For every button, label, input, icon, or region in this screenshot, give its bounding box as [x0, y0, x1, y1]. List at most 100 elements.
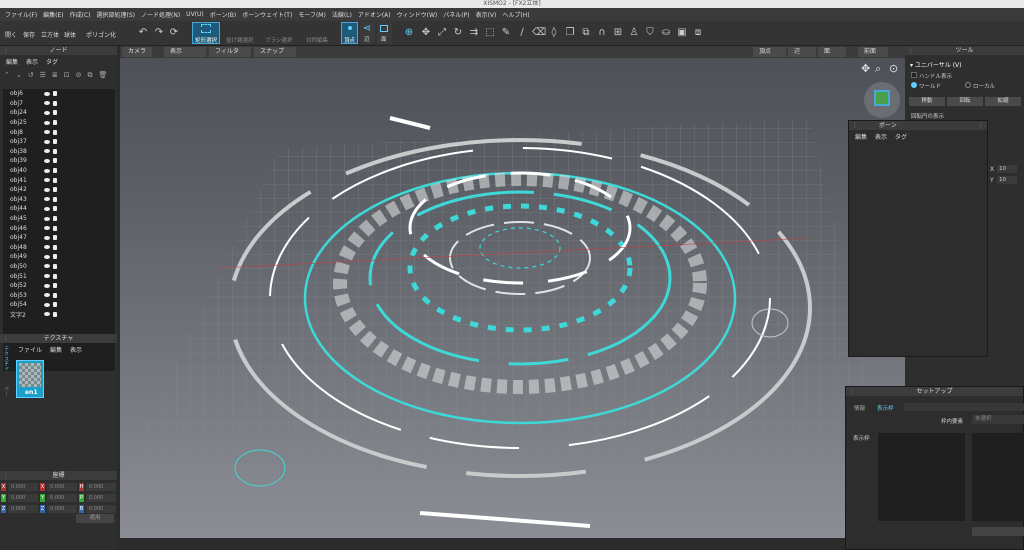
menu-addon[interactable]: アドオン(A): [358, 10, 391, 19]
list-item[interactable]: obj50: [3, 262, 115, 272]
brush-select-button[interactable]: ブラシ選択: [265, 36, 292, 44]
texture-side-tab-2[interactable]: ペー: [2, 386, 10, 406]
trash-icon[interactable]: 🗑: [99, 71, 108, 83]
stack-icon[interactable]: ☰: [40, 71, 46, 83]
world-radio[interactable]: [911, 82, 917, 88]
coord-field[interactable]: 0.000: [47, 483, 77, 491]
lock-icon[interactable]: [53, 196, 57, 202]
lock-icon[interactable]: [53, 311, 57, 317]
lock-icon[interactable]: [53, 158, 57, 164]
refresh-icon[interactable]: ⟳: [168, 27, 180, 39]
lock-icon[interactable]: [53, 216, 57, 222]
x-size-field[interactable]: 10: [997, 165, 1017, 173]
eye-icon[interactable]: [44, 245, 50, 250]
coord-field[interactable]: 0.000: [86, 505, 116, 513]
node-new-icon[interactable]: ⊡: [64, 71, 70, 83]
list-item[interactable]: obj52: [3, 281, 115, 291]
coord-field[interactable]: 0.000: [86, 494, 116, 502]
camera-menu[interactable]: カメラ: [122, 47, 153, 57]
lock-icon[interactable]: [53, 129, 57, 135]
list-item[interactable]: obj8: [3, 127, 115, 137]
eye-icon[interactable]: [44, 130, 50, 135]
menu-window[interactable]: ウィンドウ(W): [397, 10, 438, 19]
list-item[interactable]: obj38: [3, 147, 115, 157]
rotate-view-icon[interactable]: ⊙: [889, 62, 898, 75]
list-item[interactable]: obj39: [3, 156, 115, 166]
menu-selection[interactable]: 選択部処理(S): [97, 10, 136, 19]
weld-icon[interactable]: ⊞: [612, 27, 624, 39]
node-link-icon[interactable]: ⊘: [76, 71, 82, 83]
node-menu-tag[interactable]: タグ: [46, 57, 58, 66]
coord-field[interactable]: 0.000: [8, 494, 38, 502]
collapse-icon[interactable]: ⌃: [4, 71, 10, 83]
undo-icon[interactable]: ↶: [137, 27, 149, 39]
list-item[interactable]: obj49: [3, 252, 115, 262]
lock-icon[interactable]: [53, 120, 57, 126]
menu-boneweight[interactable]: ボーンウェイト(T): [242, 10, 292, 19]
edge-mode-button[interactable]: ⋖ 辺: [360, 22, 375, 44]
lock-icon[interactable]: [53, 177, 57, 183]
move-icon[interactable]: ✥: [420, 27, 432, 39]
rect-select-button[interactable]: 矩形選択: [192, 22, 220, 44]
menu-help[interactable]: ヘルプ(H): [502, 10, 529, 19]
lock-icon[interactable]: [53, 206, 57, 212]
view-edge-button[interactable]: 辺: [788, 47, 816, 57]
polygonize-button[interactable]: ポリゴン化: [86, 30, 116, 39]
knife-icon[interactable]: ∕: [516, 27, 528, 39]
view-cube[interactable]: [864, 82, 900, 118]
globe-icon[interactable]: ⊕: [403, 27, 415, 39]
eye-icon[interactable]: [44, 120, 50, 125]
eye-icon[interactable]: [44, 158, 50, 163]
lock-icon[interactable]: [53, 263, 57, 269]
eye-icon[interactable]: [44, 91, 50, 96]
list-item[interactable]: obj6: [3, 89, 115, 99]
lock-icon[interactable]: [53, 225, 57, 231]
filter-menu[interactable]: フィルタ: [209, 47, 251, 57]
frame-elem-field[interactable]: 未選択: [972, 415, 1024, 424]
tex-menu-view[interactable]: 表示: [70, 345, 82, 354]
eye-icon[interactable]: [44, 254, 50, 259]
copy-icon[interactable]: ❐: [564, 27, 576, 39]
move-button[interactable]: 移動: [909, 97, 945, 106]
menu-morph[interactable]: モーフ(M): [298, 10, 326, 19]
menu-normal[interactable]: 法線(L): [332, 10, 352, 19]
extrude-icon[interactable]: ⇉: [468, 27, 480, 39]
node-menu-edit[interactable]: 編集: [6, 57, 18, 66]
bag-icon[interactable]: ⛀: [660, 27, 672, 39]
menu-node[interactable]: ノード処理(N): [141, 10, 180, 19]
bone-menu-view[interactable]: 表示: [875, 132, 887, 141]
bucket-icon[interactable]: ⛉: [644, 27, 656, 39]
lock-icon[interactable]: [53, 235, 57, 241]
expand-icon[interactable]: ⌄: [16, 71, 22, 83]
list-icon[interactable]: ≣: [52, 71, 58, 83]
eye-icon[interactable]: [44, 110, 50, 115]
pan-icon[interactable]: ✥: [861, 62, 870, 75]
lock-icon[interactable]: [53, 254, 57, 260]
menu-bone[interactable]: ボーン(B): [210, 10, 237, 19]
frame-element-list[interactable]: [972, 433, 1024, 521]
menu-file[interactable]: ファイル(F): [5, 10, 37, 19]
eye-icon[interactable]: [44, 235, 50, 240]
coord-field[interactable]: 0.000: [86, 483, 116, 491]
tooth-icon[interactable]: ♙: [628, 27, 640, 39]
lock-icon[interactable]: [53, 100, 57, 106]
list-item[interactable]: obj48: [3, 243, 115, 253]
paint-icon[interactable]: ◊: [548, 27, 560, 39]
setup-tab-frame[interactable]: 表示枠: [877, 404, 894, 412]
y-size-field[interactable]: 10: [997, 176, 1017, 184]
eye-icon[interactable]: [44, 302, 50, 307]
magnet-icon[interactable]: ∩: [596, 27, 608, 39]
setup-search-field[interactable]: [904, 403, 1024, 411]
coord-field[interactable]: 0.000: [8, 505, 38, 513]
setup-apply-button[interactable]: [972, 527, 1024, 536]
zoom-icon[interactable]: ⌕: [875, 62, 881, 76]
eye-icon[interactable]: [44, 293, 50, 298]
list-item[interactable]: 文字2: [3, 310, 115, 320]
eye-icon[interactable]: [44, 226, 50, 231]
bone-menu-edit[interactable]: 編集: [855, 132, 867, 141]
cube-button[interactable]: 立方体: [41, 30, 59, 39]
list-item[interactable]: obj44: [3, 204, 115, 214]
eye-icon[interactable]: [44, 274, 50, 279]
list-item[interactable]: obj45: [3, 214, 115, 224]
eye-icon[interactable]: [44, 283, 50, 288]
